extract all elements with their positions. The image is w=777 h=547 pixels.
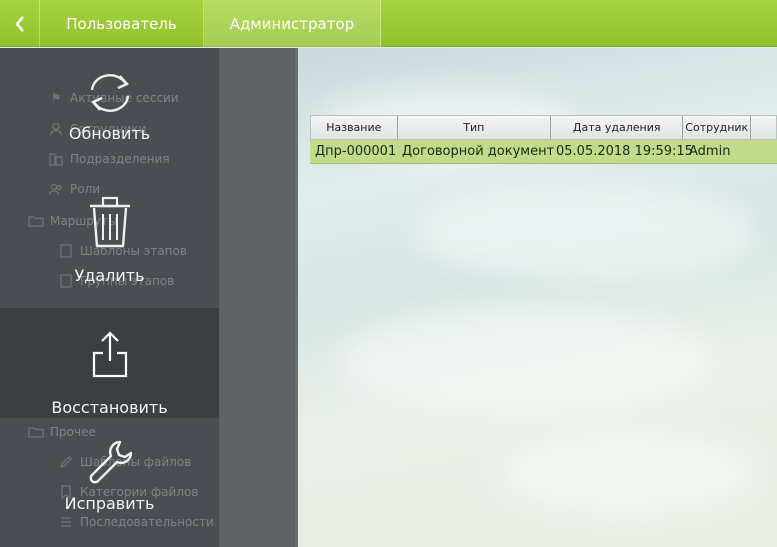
chevron-left-icon <box>14 15 24 32</box>
trash-icon <box>89 196 130 248</box>
fix-action-button[interactable]: Исправить <box>0 432 219 532</box>
fix-action-label: Исправить <box>64 494 155 513</box>
top-bar: Пользователь Администратор <box>0 0 777 47</box>
cell-employee: Admin <box>689 144 731 159</box>
tab-admin[interactable]: Администратор <box>204 0 381 47</box>
table-row[interactable]: Дпр-000001 Договорной документ 05.05.201… <box>310 140 777 164</box>
wrench-icon <box>89 440 132 484</box>
cell-deleted-date: 05.05.2018 19:59:15 <box>556 144 693 159</box>
restore-action-button[interactable]: Восстановить <box>0 308 219 418</box>
cell-type: Договорной документ <box>402 144 555 159</box>
delete-action-label: Удалить <box>74 266 145 285</box>
share-icon <box>92 331 127 378</box>
cell-extra <box>752 140 777 163</box>
action-panel: Обновить Удалить Восстановить Исправить <box>0 48 219 547</box>
refresh-icon <box>90 74 129 112</box>
delete-action-button[interactable]: Удалить <box>0 186 219 296</box>
refresh-action-button[interactable]: Обновить <box>0 62 219 162</box>
splitter-inner <box>219 48 295 547</box>
tab-user[interactable]: Пользователь <box>40 0 204 47</box>
cell-name: Дпр-000001 <box>315 144 397 159</box>
background-cloud <box>418 188 758 278</box>
table-header: Название Тип Дата удаления Сотрудник <box>310 115 777 140</box>
refresh-action-label: Обновить <box>68 124 151 143</box>
background-cloud <box>338 308 718 418</box>
restore-action-label: Восстановить <box>51 398 168 417</box>
splitter-panel <box>219 48 298 547</box>
deleted-items-table: Название Тип Дата удаления Сотрудник Дпр… <box>310 115 777 164</box>
column-header-type[interactable]: Тип <box>398 116 551 139</box>
column-header-deleted-date[interactable]: Дата удаления <box>551 116 684 139</box>
background-cloud <box>498 428 758 518</box>
back-button[interactable] <box>0 0 40 47</box>
column-header-extra[interactable] <box>751 116 776 139</box>
column-header-employee[interactable]: Сотрудник <box>683 116 752 139</box>
column-header-name[interactable]: Название <box>311 116 398 139</box>
